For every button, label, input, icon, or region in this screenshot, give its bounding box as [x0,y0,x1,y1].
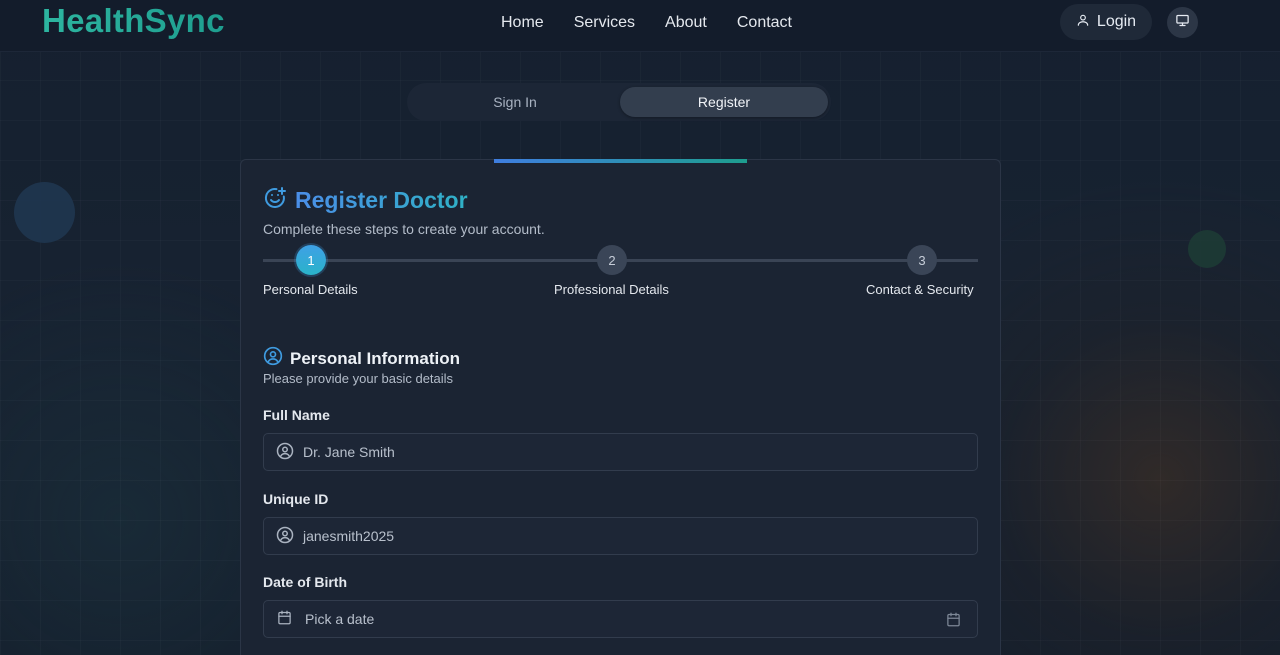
dob-placeholder: Pick a date [305,611,375,627]
login-button-label: Login [1096,13,1137,30]
brand-logo[interactable]: HealthSync [42,2,225,40]
calendar-icon[interactable] [946,612,961,630]
smile-plus-icon [263,186,287,215]
calendar-icon [277,610,292,628]
full-name-field[interactable]: Dr. Jane Smith [263,433,978,471]
nav-link-home[interactable]: Home [486,12,559,34]
user-circle-icon [276,526,294,547]
user-icon [1076,13,1090,32]
login-button[interactable]: Login [1060,4,1152,40]
unique-id-label: Unique ID [263,491,329,507]
theme-toggle-button[interactable] [1167,7,1198,38]
auth-mode-toggle: Sign In Register [407,83,831,121]
nav-link-services[interactable]: Services [559,12,650,34]
step-3-indicator[interactable]: 3 [907,245,937,275]
full-name-value: Dr. Jane Smith [303,444,395,460]
card-title-text: Register Doctor [295,187,468,213]
tab-register[interactable]: Register [620,87,828,117]
top-header: HealthSync Home Services About Contact L… [0,0,1280,52]
step-2-indicator[interactable]: 2 [597,245,627,275]
card-title: Register Doctor [263,186,468,215]
monitor-icon [1175,13,1190,33]
unique-id-field[interactable]: janesmith2025 [263,517,978,555]
section-title-text: Personal Information [290,348,461,368]
nav-link-about[interactable]: About [650,12,722,34]
step-2-label: Professional Details [554,282,669,297]
full-name-label: Full Name [263,407,330,423]
decorative-circle [14,182,75,243]
register-card: Register Doctor Complete these steps to … [240,159,1001,655]
unique-id-value: janesmith2025 [303,528,395,544]
step-1-indicator[interactable]: 1 [296,245,326,275]
card-accent-bar [494,159,747,163]
main-nav: Home Services About Contact [486,12,807,34]
step-1-label: Personal Details [263,282,358,297]
section-subtitle: Please provide your basic details [263,371,454,386]
decorative-circle [1188,230,1226,268]
user-circle-icon [263,346,283,371]
step-3-label: Contact & Security [866,282,974,297]
nav-link-contact[interactable]: Contact [722,12,807,34]
section-title: Personal Information [263,346,460,371]
user-circle-icon [276,442,294,463]
tab-sign-in[interactable]: Sign In [411,87,619,117]
card-subtitle: Complete these steps to create your acco… [263,221,545,237]
dob-date-picker[interactable]: Pick a date [263,600,978,638]
dob-label: Date of Birth [263,574,347,590]
